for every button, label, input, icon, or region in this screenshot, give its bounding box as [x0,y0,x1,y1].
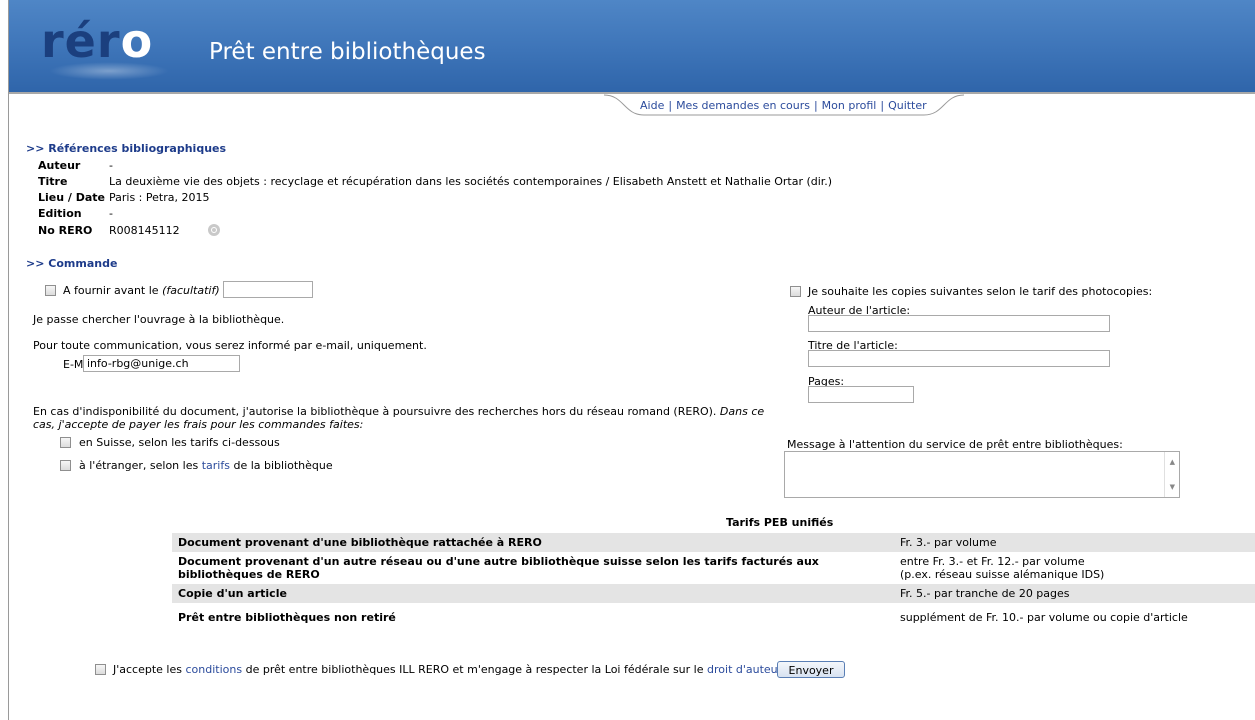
abroad-checkbox[interactable] [60,460,71,471]
logo-reflection [49,62,169,80]
tarif-price: supplément de Fr. 10.- par volume ou cop… [900,611,1188,624]
tarif-description: Prêt entre bibliothèques non retiré [178,611,396,624]
table-row: Copie d'un article Fr. 5.- par tranche d… [172,584,1255,603]
table-row: Document provenant d'un autre réseau ou … [172,552,1255,584]
copyright-link[interactable]: droit d'auteur [707,663,781,676]
ref-value-place-date: Paris : Petra, 2015 [109,191,210,204]
header-banner: réro Prêt entre bibliothèques [9,0,1255,92]
unavailable-text: En cas d'indisponibilité du document, j'… [33,405,717,418]
tarif-description: Document provenant d'un autre réseau ou … [178,555,819,581]
menu-separator: | [880,99,885,112]
rero-logo: réro [41,14,154,68]
references-section-title: >> Références bibliographiques [26,142,227,155]
pages-input[interactable] [808,386,914,403]
ref-label-edition: Edition [38,207,82,220]
tarifs-title: Tarifs PEB unifiés [726,516,834,529]
ref-label-rero-number: No RERO [38,224,93,237]
unavailable-text-italic: Dans ce [719,405,765,418]
tarif-price: Fr. 3.- par volume [894,533,1255,552]
top-menu: Aide | Mes demandes en cours | Mon profil | Qu… [640,99,927,112]
menu-separator: | [813,99,818,112]
accept-conditions-checkbox[interactable] [95,664,106,675]
tarifs-link[interactable]: tarifs [202,459,230,472]
ref-value-edition: - [109,207,113,220]
submit-button[interactable]: Envoyer [777,661,845,678]
deliver-before-text: A fournir avant le [63,284,159,297]
scroll-up-icon[interactable]: ▲ [1170,458,1175,466]
deliver-before-date-input[interactable] [223,281,313,298]
article-author-input[interactable] [808,315,1110,332]
unavailable-text-italic-2: cas, j'accepte de payer les frais pour l… [33,418,364,431]
scroll-down-icon[interactable]: ▼ [1170,483,1175,491]
pickup-text: Je passe chercher l'ouvrage à la bibliot… [33,313,285,326]
order-section-title: >> Commande [26,257,118,270]
communication-text: Pour toute communication, vous serez inf… [33,339,427,352]
email-input[interactable] [83,355,240,372]
menu-separator: | [668,99,673,112]
textarea-scrollbar[interactable]: ▲ ▼ [1164,452,1179,497]
unavailable-text-line1: En cas d'indisponibilité du document, j'… [33,405,764,418]
switzerland-checkbox[interactable] [60,437,71,448]
tarif-price: Fr. 5.- par tranche de 20 pages [894,584,1255,603]
accept-text: J'accepte les [113,663,182,676]
unavailable-text-line2: cas, j'accepte de payer les frais pour l… [33,418,363,431]
menu-quit-link[interactable]: Quitter [888,99,927,112]
tarif-price: entre Fr. 3.- et Fr. 12.- par volume (p.e… [894,552,1255,584]
abroad-text: à l'étranger, selon les [79,459,199,472]
tarif-price-note: (p.ex. réseau suisse alémanique IDS) [900,568,1105,581]
accept-conditions-label: J'accepte les conditions de prêt entre b… [113,663,785,676]
copies-checkbox[interactable] [790,286,801,297]
frame-border [8,0,9,720]
tarif-price-main: entre Fr. 3.- et Fr. 12.- par volume [900,555,1085,568]
table-row: Prêt entre bibliothèques non retiré supp… [172,603,1255,627]
ref-label-author: Auteur [38,159,81,172]
app-title: Prêt entre bibliothèques [209,39,486,65]
deliver-before-checkbox[interactable] [45,285,56,296]
ref-value-title: La deuxième vie des objets : recyclage e… [109,175,833,188]
abroad-label: à l'étranger, selon les tarifs de la bib… [79,459,333,472]
tarif-description: Document provenant d'une bibliothèque ra… [172,533,894,552]
menu-profile-link[interactable]: Mon profil [822,99,877,112]
tarifs-table: Document provenant d'une bibliothèque ra… [172,533,1255,627]
abroad-text-2: de la bibliothèque [233,459,333,472]
message-label: Message à l'attention du service de prêt… [787,438,1123,451]
menu-help-link[interactable]: Aide [640,99,664,112]
menu-my-requests-link[interactable]: Mes demandes en cours [676,99,810,112]
tarif-description: Copie d'un article [172,584,894,603]
table-row: Document provenant d'une bibliothèque ra… [172,533,1255,552]
deliver-before-label: A fournir avant le (facultatif) [63,284,220,297]
accept-text-2: de prêt entre bibliothèques ILL RERO et … [245,663,704,676]
copies-label: Je souhaite les copies suivantes selon l… [808,285,1153,298]
search-icon[interactable] [208,224,220,236]
ref-value-rero-number: R008145112 [109,224,180,237]
optional-hint: (facultatif) [162,284,220,297]
conditions-link[interactable]: conditions [186,663,243,676]
ref-label-place-date: Lieu / Date [38,191,106,204]
ref-label-title: Titre [38,175,68,188]
ref-value-author: - [109,159,113,172]
article-title-input[interactable] [808,350,1110,367]
switzerland-label: en Suisse, selon les tarifs ci-dessous [79,436,280,449]
message-textarea[interactable]: ▲ ▼ [784,451,1180,498]
